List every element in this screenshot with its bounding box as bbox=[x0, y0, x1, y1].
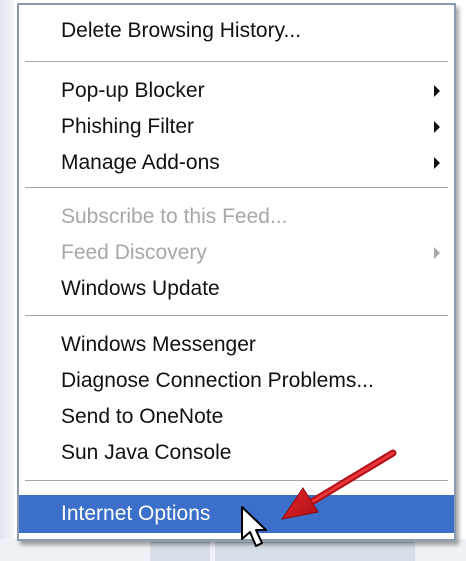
menu-item-label: Windows Messenger bbox=[61, 333, 256, 356]
menu-item-sun-java-console[interactable]: Sun Java Console bbox=[19, 435, 454, 471]
menu-item-label: Sun Java Console bbox=[61, 441, 232, 464]
menu-separator bbox=[25, 187, 448, 189]
menu-item-windows-messenger[interactable]: Windows Messenger bbox=[19, 327, 454, 363]
arrow-cursor-icon bbox=[241, 506, 267, 547]
background-window-bottom bbox=[0, 539, 466, 561]
menu-item-windows-update[interactable]: Windows Update bbox=[19, 271, 454, 307]
menu-item-label: Feed Discovery bbox=[61, 241, 207, 264]
chevron-right-icon bbox=[434, 247, 440, 259]
tools-menu: Delete Browsing History... Pop-up Blocke… bbox=[17, 3, 456, 541]
background-window-edge bbox=[0, 0, 14, 561]
menu-separator bbox=[25, 315, 448, 317]
menu-item-label: Subscribe to this Feed... bbox=[61, 205, 288, 228]
chevron-right-icon bbox=[434, 85, 440, 97]
menu-item-send-to-onenote[interactable]: Send to OneNote bbox=[19, 399, 454, 435]
menu-separator bbox=[25, 61, 448, 63]
menu-separator bbox=[25, 480, 448, 482]
menu-item-label: Manage Add-ons bbox=[61, 151, 220, 174]
menu-item-diagnose-connection-problems[interactable]: Diagnose Connection Problems... bbox=[19, 363, 454, 399]
menu-item-label: Delete Browsing History... bbox=[61, 19, 302, 42]
menu-item-label: Pop-up Blocker bbox=[61, 79, 205, 102]
menu-item-label: Internet Options bbox=[61, 502, 211, 525]
menu-item-feed-discovery: Feed Discovery bbox=[19, 235, 454, 271]
menu-item-label: Windows Update bbox=[61, 277, 220, 300]
chevron-right-icon bbox=[434, 121, 440, 133]
menu-item-popup-blocker[interactable]: Pop-up Blocker bbox=[19, 73, 454, 109]
background-tab bbox=[150, 542, 210, 561]
menu-item-phishing-filter[interactable]: Phishing Filter bbox=[19, 109, 454, 145]
menu-item-manage-add-ons[interactable]: Manage Add-ons bbox=[19, 145, 454, 181]
menu-item-internet-options[interactable]: Internet Options bbox=[19, 495, 454, 533]
menu-item-delete-browsing-history[interactable]: Delete Browsing History... bbox=[19, 13, 454, 49]
menu-item-label: Phishing Filter bbox=[61, 115, 195, 138]
menu-item-label: Send to OneNote bbox=[61, 405, 224, 428]
menu-item-label: Diagnose Connection Problems... bbox=[61, 369, 374, 392]
chevron-right-icon bbox=[434, 157, 440, 169]
menu-item-subscribe-to-feed: Subscribe to this Feed... bbox=[19, 199, 454, 235]
